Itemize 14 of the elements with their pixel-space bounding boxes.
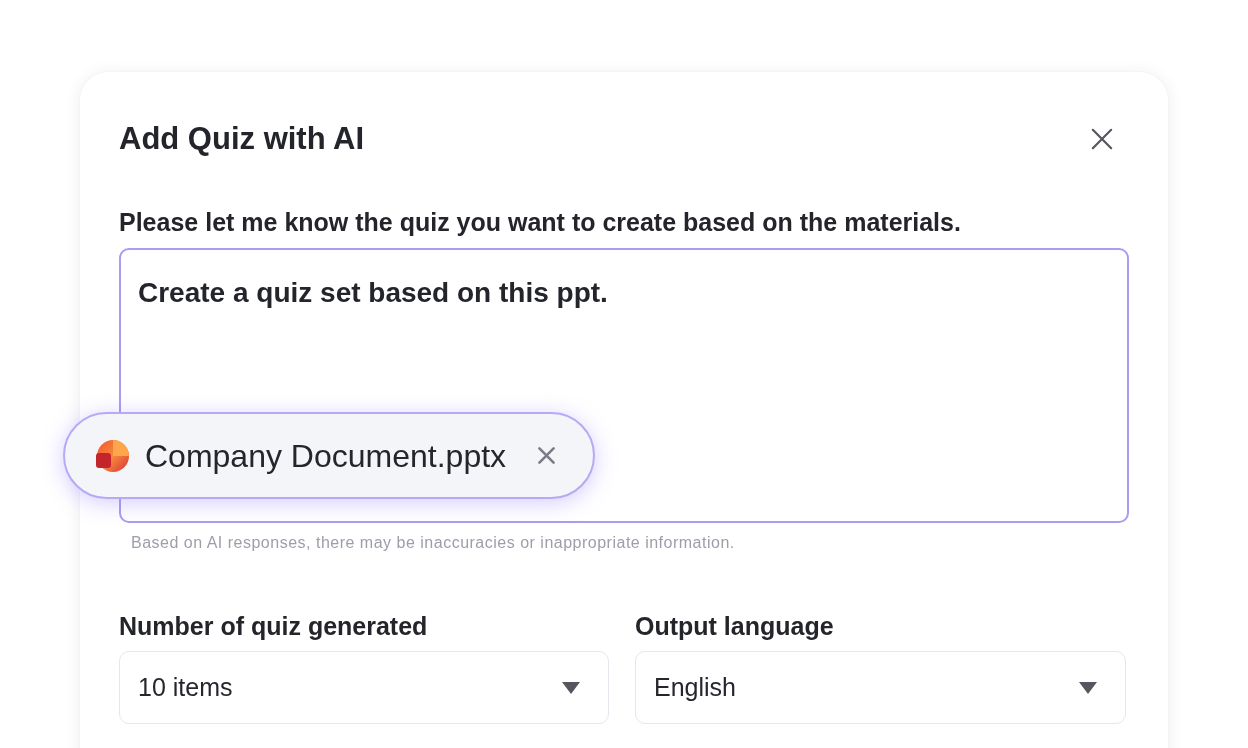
disclaimer-text: Based on AI responses, there may be inaccuracies or inappropriate information. xyxy=(130,533,736,553)
close-icon xyxy=(538,447,556,464)
caret-icon xyxy=(1079,681,1097,694)
file-name: Company Document.pptx xyxy=(145,436,507,475)
close-icon xyxy=(1091,128,1113,150)
dropdown-select[interactable]: 10 items xyxy=(119,651,609,724)
presentation-file-icon xyxy=(95,438,129,473)
remove-attachment-button[interactable] xyxy=(538,447,556,464)
dropdown-select[interactable]: English xyxy=(635,651,1126,724)
caret-icon xyxy=(562,681,580,694)
field-label: Number of quiz generated xyxy=(119,611,429,641)
dialog-title: Add Quiz with AI xyxy=(119,120,365,158)
field-label: Output language xyxy=(635,611,835,641)
prompt-label: Please let me know the quiz you want to create based on the materials. xyxy=(119,208,962,236)
